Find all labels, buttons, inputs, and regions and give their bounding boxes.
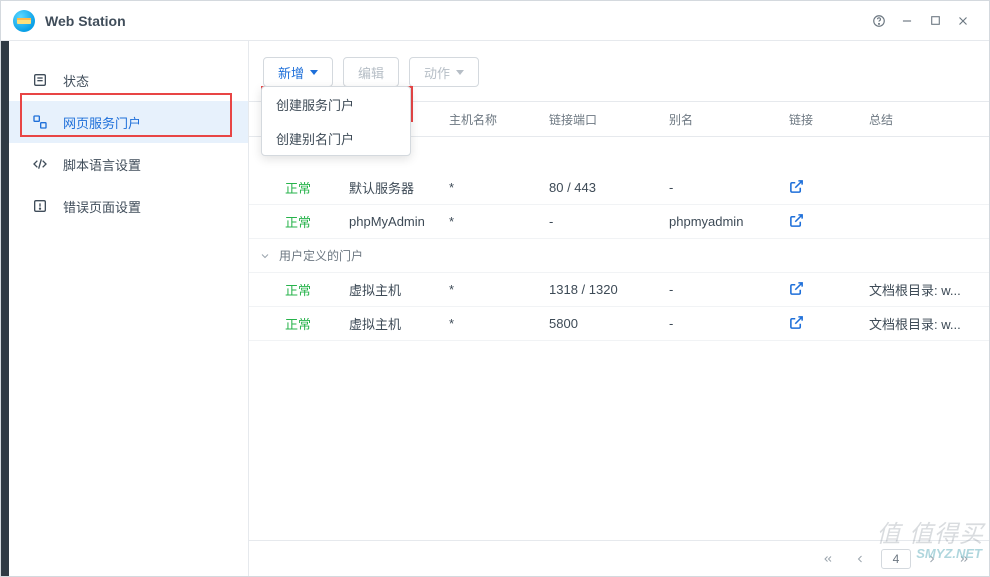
open-link-icon[interactable] xyxy=(789,281,869,299)
sidebar-item-label: 脚本语言设置 xyxy=(63,155,141,174)
dropdown-item-create-service[interactable]: 创建服务门户 xyxy=(262,87,410,121)
cell-port: - xyxy=(549,214,669,229)
cell-status: 正常 xyxy=(249,280,349,299)
add-button-label: 新增 xyxy=(278,63,304,82)
col-alias[interactable]: 别名 xyxy=(669,111,789,128)
add-button[interactable]: 新增 xyxy=(263,57,333,87)
add-dropdown: 创建服务门户 创建别名门户 xyxy=(261,86,411,156)
alert-icon xyxy=(29,198,51,214)
portal-icon xyxy=(29,114,51,130)
open-link-icon[interactable] xyxy=(789,213,869,231)
col-port[interactable]: 链接端口 xyxy=(549,111,669,128)
sidebar: 状态 网页服务门户 脚本语言设置 错误页面设置 xyxy=(9,41,249,576)
group-label: 用户定义的门户 xyxy=(279,247,363,264)
open-link-icon[interactable] xyxy=(789,315,869,333)
cell-service: 虚拟主机 xyxy=(349,280,449,299)
dropdown-item-label: 创建服务门户 xyxy=(276,95,354,114)
cell-service: 虚拟主机 xyxy=(349,314,449,333)
cell-summary: 文档根目录: w... xyxy=(869,314,989,333)
dropdown-item-create-alias[interactable]: 创建别名门户 xyxy=(262,121,410,155)
sidebar-item-script-language[interactable]: 脚本语言设置 xyxy=(9,143,248,185)
page-next-button[interactable] xyxy=(921,548,943,570)
table-row[interactable]: 正常 虚拟主机 * 5800 - 文档根目录: w... xyxy=(249,307,989,341)
sidebar-pad xyxy=(1,41,9,576)
cell-port: 80 / 443 xyxy=(549,180,669,195)
sidebar-item-status[interactable]: 状态 xyxy=(9,59,248,101)
col-link[interactable]: 链接 xyxy=(789,111,869,128)
chevron-down-icon xyxy=(456,70,464,75)
group-row-user[interactable]: 用户定义的门户 xyxy=(249,239,989,273)
chevron-down-icon xyxy=(259,250,271,262)
sidebar-item-label: 网页服务门户 xyxy=(63,113,141,132)
table-row[interactable]: 正常 虚拟主机 * 1318 / 1320 - 文档根目录: w... xyxy=(249,273,989,307)
table-row[interactable]: 正常 默认服务器 * 80 / 443 - xyxy=(249,171,989,205)
cell-hostname: * xyxy=(449,316,549,331)
minimize-button[interactable] xyxy=(893,7,921,35)
chevron-down-icon xyxy=(310,70,318,75)
code-icon xyxy=(29,156,51,172)
app-title: Web Station xyxy=(45,13,126,29)
sidebar-item-error-page[interactable]: 错误页面设置 xyxy=(9,185,248,227)
cell-status: 正常 xyxy=(249,178,349,197)
cell-hostname: * xyxy=(449,282,549,297)
action-button-label: 动作 xyxy=(424,63,450,82)
page-last-button[interactable] xyxy=(953,548,975,570)
page-prev-button[interactable] xyxy=(849,548,871,570)
edit-button-label: 编辑 xyxy=(358,63,384,82)
cell-alias: phpmyadmin xyxy=(669,214,789,229)
table-row[interactable]: 正常 phpMyAdmin * - phpmyadmin xyxy=(249,205,989,239)
sidebar-item-label: 错误页面设置 xyxy=(63,197,141,216)
cell-port: 5800 xyxy=(549,316,669,331)
cell-status: 正常 xyxy=(249,212,349,231)
titlebar: Web Station xyxy=(1,1,989,41)
data-grid: 状态 服务 主机名称 链接端口 别名 链接 总结 正常 默认服务器 * 80 /… xyxy=(249,101,989,576)
cell-port: 1318 / 1320 xyxy=(549,282,669,297)
app-window: Web Station 状态 网页服务门户 脚本 xyxy=(0,0,990,577)
grid-body: 正常 默认服务器 * 80 / 443 - 正常 phpMyAdmin * - … xyxy=(249,137,989,540)
grid-footer: 4 xyxy=(249,540,989,576)
col-summary[interactable]: 总结 xyxy=(869,111,989,128)
cell-alias: - xyxy=(669,180,789,195)
page-total: 4 xyxy=(881,549,911,569)
open-link-icon[interactable] xyxy=(789,179,869,197)
close-button[interactable] xyxy=(949,7,977,35)
cell-hostname: * xyxy=(449,180,549,195)
body: 状态 网页服务门户 脚本语言设置 错误页面设置 新增 xyxy=(1,41,989,576)
edit-button[interactable]: 编辑 xyxy=(343,57,399,87)
list-icon xyxy=(29,72,51,88)
cell-alias: - xyxy=(669,282,789,297)
app-icon xyxy=(13,10,35,32)
action-button[interactable]: 动作 xyxy=(409,57,479,87)
cell-status: 正常 xyxy=(249,314,349,333)
cell-alias: - xyxy=(669,316,789,331)
cell-hostname: * xyxy=(449,214,549,229)
page-first-button[interactable] xyxy=(817,548,839,570)
col-hostname[interactable]: 主机名称 xyxy=(449,111,549,128)
sidebar-item-web-portal[interactable]: 网页服务门户 xyxy=(9,101,248,143)
help-button[interactable] xyxy=(865,7,893,35)
dropdown-item-label: 创建别名门户 xyxy=(276,129,354,148)
cell-service: phpMyAdmin xyxy=(349,214,449,229)
cell-summary: 文档根目录: w... xyxy=(869,280,989,299)
cell-service: 默认服务器 xyxy=(349,178,449,197)
maximize-button[interactable] xyxy=(921,7,949,35)
sidebar-item-label: 状态 xyxy=(63,71,89,90)
